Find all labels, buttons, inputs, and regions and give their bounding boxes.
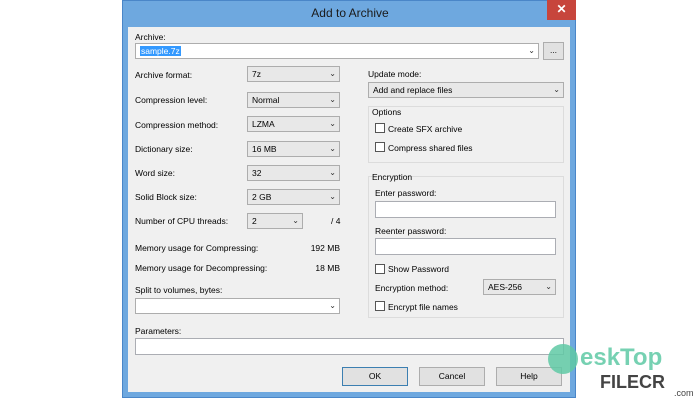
create-sfx-label: Create SFX archive	[388, 124, 463, 134]
encrypt-names-label: Encrypt file names	[388, 302, 458, 312]
cpu-threads-max: / 4	[331, 216, 341, 226]
show-password-checkbox[interactable]	[375, 264, 385, 274]
browse-button[interactable]: ...	[543, 42, 564, 60]
cancel-button[interactable]: Cancel	[419, 367, 485, 386]
compress-shared-label: Compress shared files	[388, 143, 473, 153]
chevron-down-icon: ⌄	[553, 85, 560, 94]
compress-shared-checkbox[interactable]	[375, 142, 385, 152]
encrypt-names-checkbox[interactable]	[375, 301, 385, 311]
encryption-title: Encryption	[372, 172, 413, 182]
dictionary-size-select[interactable]: 16 MB ⌄	[247, 141, 340, 157]
watermark-domain: .com	[674, 388, 694, 398]
compression-method-value: LZMA	[252, 119, 275, 129]
cpu-threads-label: Number of CPU threads:	[135, 216, 229, 226]
watermark-text-2: Top	[620, 344, 663, 371]
compression-level-label: Compression level:	[135, 95, 208, 105]
chevron-down-icon: ⌄	[329, 69, 336, 78]
compression-method-select[interactable]: LZMA ⌄	[247, 116, 340, 132]
memory-decompress-value: 18 MB	[315, 263, 340, 273]
update-mode-label: Update mode:	[368, 69, 422, 79]
chevron-down-icon: ⌄	[329, 192, 336, 201]
watermark-logo: eskTop FILECR .com	[548, 334, 698, 398]
word-size-label: Word size:	[135, 168, 175, 178]
word-size-value: 32	[252, 168, 262, 178]
update-mode-select[interactable]: Add and replace files ⌄	[368, 82, 564, 98]
update-mode-value: Add and replace files	[373, 85, 453, 95]
compression-level-value: Normal	[252, 95, 280, 105]
chevron-down-icon: ⌄	[329, 119, 336, 128]
cpu-threads-select[interactable]: 2 ⌄	[247, 213, 303, 229]
reenter-password-input[interactable]	[375, 238, 556, 255]
cpu-threads-value: 2	[252, 216, 257, 226]
window-title: Add to Archive	[311, 6, 389, 20]
show-password-label: Show Password	[388, 264, 449, 274]
parameters-input[interactable]	[135, 338, 564, 355]
parameters-label: Parameters:	[135, 326, 182, 336]
memory-decompress-label: Memory usage for Decompressing:	[135, 263, 268, 273]
dictionary-size-value: 16 MB	[252, 144, 277, 154]
word-size-select[interactable]: 32 ⌄	[247, 165, 340, 181]
archive-format-select[interactable]: 7z ⌄	[247, 66, 340, 82]
reenter-password-label: Reenter password:	[375, 226, 447, 236]
watermark-text: esk	[580, 344, 621, 371]
chevron-down-icon: ⌄	[329, 168, 336, 177]
chevron-down-icon: ⌄	[528, 46, 535, 55]
enter-password-label: Enter password:	[375, 188, 437, 198]
split-volumes-combo[interactable]: ⌄	[135, 298, 340, 314]
dictionary-size-label: Dictionary size:	[135, 144, 193, 154]
watermark-circle-icon	[548, 344, 578, 374]
compression-level-select[interactable]: Normal ⌄	[247, 92, 340, 108]
ok-button[interactable]: OK	[342, 367, 408, 386]
solid-block-size-value: 2 GB	[252, 192, 272, 202]
memory-compress-label: Memory usage for Compressing:	[135, 243, 259, 253]
chevron-down-icon: ⌄	[545, 282, 552, 291]
encryption-method-label: Encryption method:	[375, 283, 449, 293]
options-title: Options	[372, 107, 402, 117]
encryption-method-select[interactable]: AES-256 ⌄	[483, 279, 556, 295]
encryption-method-value: AES-256	[488, 282, 523, 292]
archive-value: sample.7z	[140, 46, 181, 56]
solid-block-size-label: Solid Block size:	[135, 192, 197, 202]
chevron-down-icon: ⌄	[329, 144, 336, 153]
archive-label: Archive:	[135, 32, 166, 42]
chevron-down-icon: ⌄	[292, 216, 299, 225]
compression-method-label: Compression method:	[135, 120, 219, 130]
chevron-down-icon: ⌄	[329, 301, 336, 310]
create-sfx-checkbox[interactable]	[375, 123, 385, 133]
split-volumes-label: Split to volumes, bytes:	[135, 285, 223, 295]
archive-combo[interactable]: sample.7z ⌄	[135, 43, 539, 59]
enter-password-input[interactable]	[375, 201, 556, 218]
close-button[interactable]: ✕	[547, 0, 576, 20]
archive-format-value: 7z	[252, 69, 261, 79]
archive-format-label: Archive format:	[135, 70, 193, 80]
watermark-brand: FILECR	[600, 372, 665, 392]
memory-compress-value: 192 MB	[310, 243, 340, 253]
solid-block-size-select[interactable]: 2 GB ⌄	[247, 189, 340, 205]
chevron-down-icon: ⌄	[329, 95, 336, 104]
